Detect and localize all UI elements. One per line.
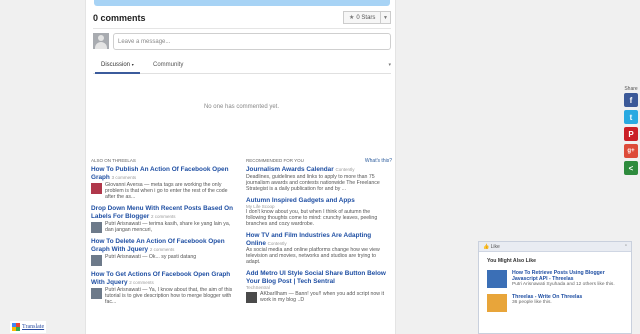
share-icon[interactable]: < [624,161,638,175]
avatar [93,33,109,49]
post-link[interactable]: How To Delete An Action Of Facebook Open… [91,238,234,253]
avatar [246,292,257,303]
empty-comments-message: No one has commented yet. [203,104,280,110]
chevron-down-icon[interactable]: ▼ [380,12,390,23]
list-item: Drop Down Menu With Recent Posts Based O… [91,205,234,233]
google-icon [12,323,20,331]
list-item: Journalism Awards Calendar Contently Dea… [246,166,389,192]
like-count: 36 people like this. [512,300,552,305]
like-count: Putri Arisnawati Syuhada and 12 others l… [512,282,615,287]
like-box: 👍 Like ▫ You Might Also Like How To Retr… [478,241,632,334]
whats-this-link[interactable]: What's this? [365,158,392,164]
thumbnail [487,294,507,312]
comments-panel: 0 comments ★ 0 Stars ▼ Leave a message..… [85,0,396,334]
also-on-heading: ALSO ON THREELAS [91,158,136,163]
stars-button[interactable]: ★ 0 Stars ▼ [343,11,391,24]
post-link[interactable]: How To Retrieve Posts Using Blogger Java… [512,270,623,282]
post-link[interactable]: Add Metro UI Style Social Share Button B… [246,270,389,285]
chevron-down-icon[interactable]: ▾ [388,62,391,68]
source: TechSentral [246,285,270,290]
snippet: Deadlines, guidelines and links to apply… [246,173,380,192]
tab-discussion[interactable]: Discussion ▾ [95,62,140,74]
avatar [91,255,102,266]
also-on-list: ALSO ON THREELAS How To Publish An Actio… [91,158,234,310]
list-item: Autumn Inspired Gadgets and Apps My Life… [246,197,389,228]
list-item: How TV and Film Industries Are Adapting … [246,232,389,265]
tab-community[interactable]: Community [153,62,183,68]
post-link[interactable]: Autumn Inspired Gadgets and Apps [246,197,389,205]
like-box-subtitle: You Might Also Like [487,258,536,264]
list-item: How To Delete An Action Of Facebook Open… [91,238,234,266]
thumbs-up-icon: 👍 [483,244,490,250]
top-accent-bar [94,0,390,6]
list-item: Add Metro UI Style Social Share Button B… [246,270,389,303]
divider [93,28,391,29]
recommended-list: RECOMMENDED FOR YOU What's this? Journal… [246,158,392,308]
translate-widget[interactable]: Translate [10,321,47,333]
post-link[interactable]: How TV and Film Industries Are Adapting … [246,232,389,247]
share-bar: Share f t P g+ < [623,86,639,178]
message-input[interactable]: Leave a message... [113,33,391,50]
comments-header: 0 comments ★ 0 Stars ▼ [93,11,391,25]
like-box-header: 👍 Like ▫ [479,242,631,252]
list-item: How To Publish An Action Of Facebook Ope… [91,166,234,200]
avatar [91,222,102,233]
stars-label: 0 Stars [356,14,376,21]
post-link[interactable]: How To Get Actions Of Facebook Open Grap… [91,271,234,286]
facebook-icon[interactable]: f [624,93,638,107]
thumbnail [487,270,507,288]
post-link[interactable]: How To Publish An Action Of Facebook Ope… [91,166,234,181]
avatar [91,288,102,299]
google-plus-icon[interactable]: g+ [624,144,638,158]
pinterest-icon[interactable]: P [624,127,638,141]
post-link[interactable]: Drop Down Menu With Recent Posts Based O… [91,205,234,220]
list-item: How To Get Actions Of Facebook Open Grap… [91,271,234,305]
snippet: I don't know about you, but when I think… [246,209,378,227]
list-item[interactable]: Threelas - Write On Threelas 36 people l… [479,291,631,315]
share-label: Share [624,86,638,92]
avatar [91,183,102,194]
close-icon[interactable]: ▫ [625,243,627,249]
recommended-heading: RECOMMENDED FOR YOU What's this? [246,158,392,164]
comments-count: 0 comments [93,13,146,23]
comment-tabs: Discussion ▾ Community ▾ [93,62,391,74]
translate-label[interactable]: Translate [22,324,44,330]
star-icon: ★ [349,15,355,21]
list-item[interactable]: How To Retrieve Posts Using Blogger Java… [479,267,631,291]
post-link[interactable]: Journalism Awards Calendar Contently [246,166,389,174]
twitter-icon[interactable]: t [624,110,638,124]
snippet: As social media and online platforms cha… [246,247,380,265]
